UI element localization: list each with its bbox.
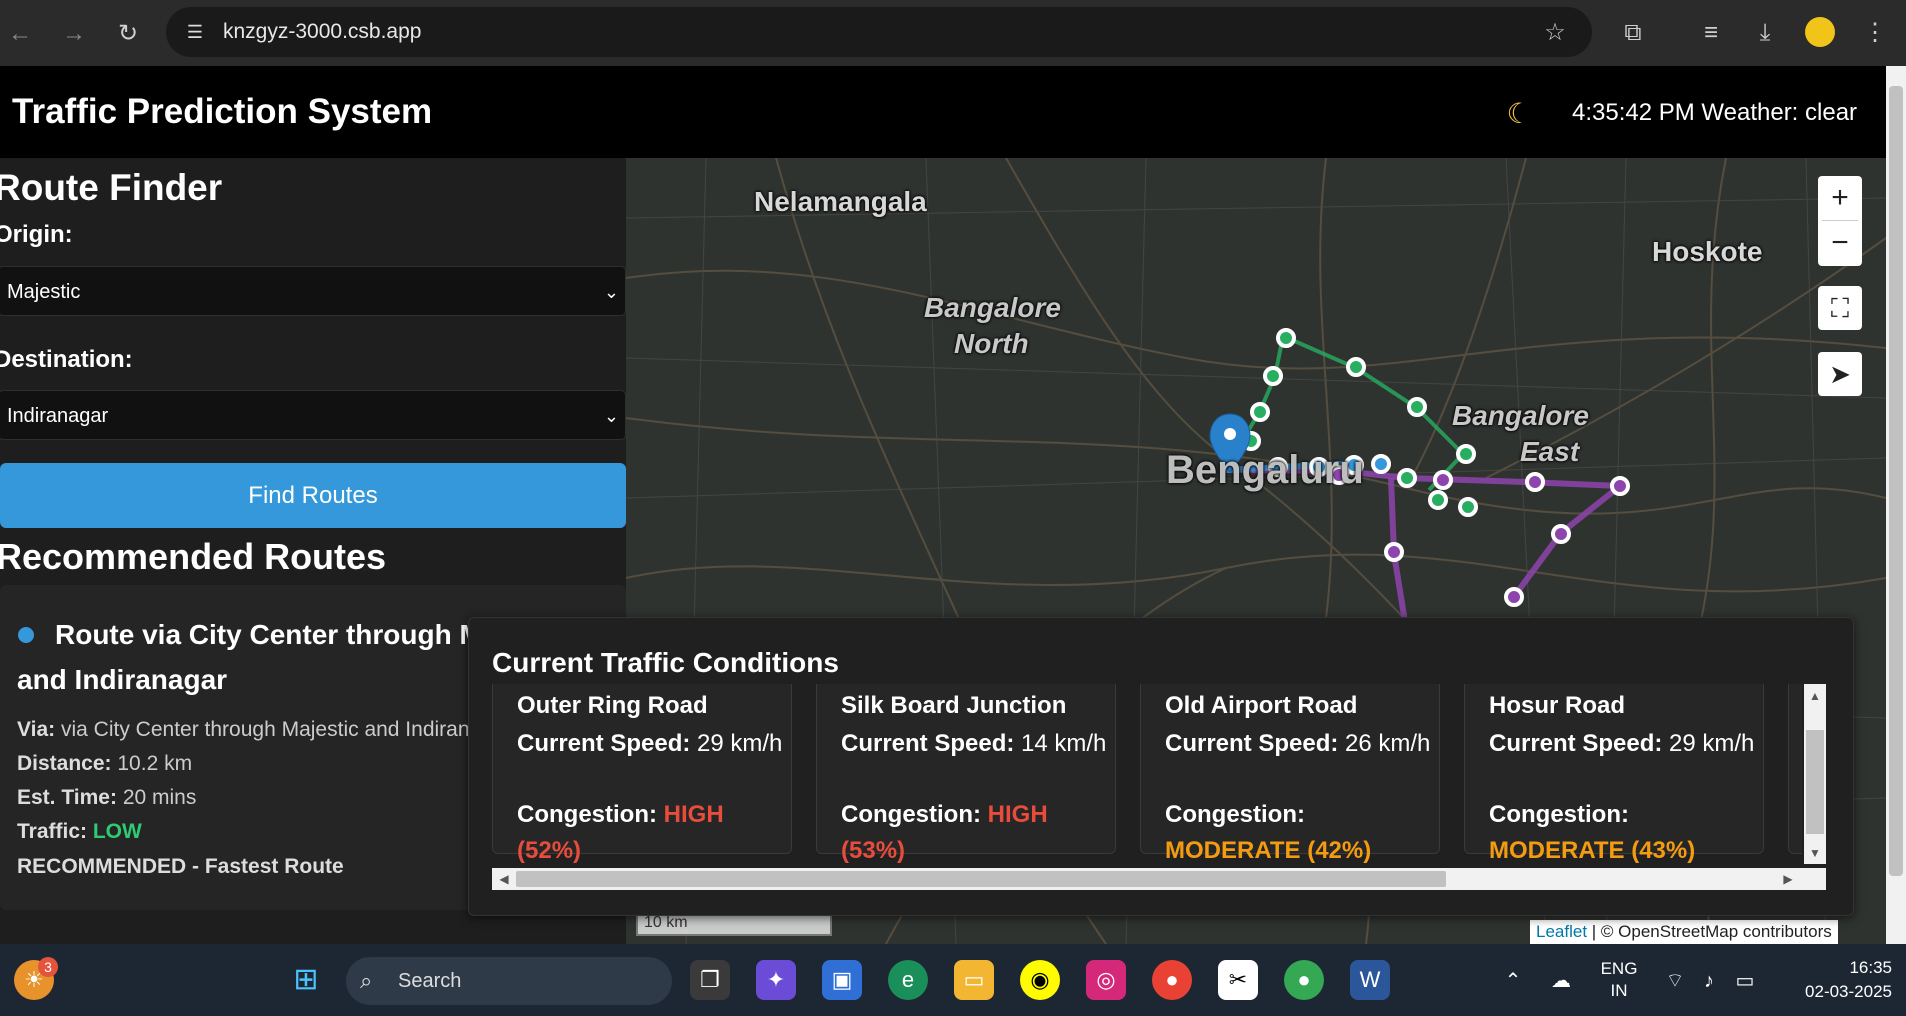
scroll-right-arrow-icon[interactable]: ▶ [1778,869,1798,889]
traffic-card: Outer Ring Road Current Speed: 29 km/h C… [492,684,792,864]
destination-label: Destination: [0,346,133,373]
forward-arrow-icon[interactable]: → [59,19,89,49]
road-speed: Current Speed: 14 km/h [841,730,1107,757]
back-arrow-icon[interactable]: ← [5,19,35,49]
road-congestion: Congestion: HIGH (52%) [517,801,724,864]
start-menu-icon[interactable]: ⊞ [286,960,326,1000]
reload-icon[interactable]: ↻ [113,19,143,49]
reading-list-icon[interactable]: ≡ [1694,17,1728,49]
zoom-out-button[interactable]: − [1818,221,1862,265]
origin-select[interactable]: Majestic ⌄ [0,266,626,316]
url-text[interactable]: knzgyz-3000.csb.app [223,18,421,46]
snapchat-icon[interactable]: ◉ [1020,960,1060,1000]
route-traffic: Traffic: LOW [17,820,142,843]
search-icon: ⌕ [360,968,373,993]
downloads-icon[interactable]: ⤓ [1748,17,1782,49]
traffic-conditions-title: Current Traffic Conditions [492,647,839,678]
volume-icon[interactable]: ♪ [1696,968,1722,994]
route-recommended-note: RECOMMENDED - Fastest Route [17,855,344,878]
route-time: Est. Time: 20 mins [17,786,197,809]
road-name: Silk Board Junction [841,692,1067,719]
chrome-profile-icon[interactable]: ● [1284,960,1324,1000]
task-view-icon[interactable]: ❐ [690,960,730,1000]
tray-overflow-chevron-icon[interactable]: ⌃ [1500,968,1526,994]
bookmark-star-icon[interactable]: ☆ [1538,17,1572,49]
route-finder-title: Route Finder [0,167,223,208]
microsoft-store-icon[interactable]: ▣ [822,960,862,1000]
taskbar-search-placeholder: Search [398,970,462,992]
capcut-icon[interactable]: ✂ [1218,960,1258,1000]
time-weather-readout: 4:35:42 PM Weather: clear [1572,99,1858,126]
page-title: Traffic Prediction System [12,92,433,131]
traffic-card: Old Airport Road Current Speed: 26 km/h … [1140,684,1440,864]
profile-avatar[interactable] [1805,17,1835,47]
traffic-card: Silk Board Junction Current Speed: 14 km… [816,684,1116,864]
road-name: Old Airport Road [1165,692,1358,719]
road-congestion: Congestion: MODERATE (42%) [1165,801,1372,864]
map-label-nelamangala: Nelamangala [754,186,927,217]
word-icon[interactable]: W [1350,960,1390,1000]
chrome-icon[interactable]: ● [1152,960,1192,1000]
route-via: Via: via City Center through Majestic an… [17,718,512,741]
language-indicator[interactable]: ENG IN [1598,958,1640,1002]
map-attribution: Leaflet | © OpenStreetMap contributors [1530,920,1838,944]
scroll-up-arrow-icon[interactable]: ▲ [1805,686,1825,706]
site-info-icon[interactable]: ☰ [181,18,209,46]
road-speed: Current Speed: 26 km/h [1165,730,1431,757]
battery-icon[interactable]: ▭ [1732,968,1758,994]
scroll-left-arrow-icon[interactable]: ◀ [494,869,514,889]
road-congestion: Congestion: HIGH (53%) [841,801,1048,864]
map-label-bangalore-north-1: Bangalore [924,292,1061,323]
road-speed: Current Speed: 29 km/h [517,730,783,757]
road-name: Outer Ring Road [517,692,708,719]
zoom-in-button[interactable]: + [1818,176,1862,220]
locate-me-icon[interactable]: ➤ [1818,352,1862,396]
taskbar-clock[interactable]: 16:35 02-03-2025 [1762,956,1892,1004]
map-label-bangalore-east-2: East [1520,436,1580,467]
taskbar-search-box[interactable] [346,957,672,1005]
road-name: Hosur Road [1489,692,1626,719]
browser-menu-icon[interactable]: ⋮ [1858,17,1892,49]
road-congestion: Congestion: MODERATE (43%) [1489,801,1696,864]
instagram-icon[interactable]: ◎ [1086,960,1126,1000]
notification-badge: 3 [38,957,58,977]
map-label-hoskote: Hoskote [1652,236,1763,267]
route-distance: Distance: 10.2 km [17,752,193,775]
destination-select[interactable]: Indiranagar ⌄ [0,390,626,440]
page-scroll-thumb[interactable] [1889,86,1903,876]
recommended-routes-title: Recommended Routes [0,536,387,577]
onedrive-cloud-icon[interactable]: ☁ [1548,968,1574,994]
fullscreen-icon[interactable]: ⛶ [1818,286,1862,330]
destination-selected-value: Indiranagar [7,405,109,427]
chevron-down-icon: ⌄ [603,406,619,426]
wifi-icon[interactable]: ⌔ [1662,968,1688,994]
chevron-down-icon: ⌄ [603,282,619,302]
origin-selected-value: Majestic [7,281,81,303]
file-explorer-icon[interactable]: ▭ [954,960,994,1000]
map-label-bangalore-east-1: Bangalore [1452,400,1589,431]
dark-mode-moon-icon[interactable]: ☾ [1502,97,1536,131]
traffic-card: Hosur Road Current Speed: 29 km/h Conges… [1464,684,1764,864]
origin-label: Origin: [0,221,73,248]
copilot-icon[interactable]: ✦ [756,960,796,1000]
traffic-card [1788,684,1802,854]
edge-browser-icon[interactable]: e [888,960,928,1000]
map-label-bengaluru: Bengaluru [1166,448,1364,492]
vertical-scroll-thumb[interactable] [1806,730,1824,834]
map-label-bangalore-north-2: North [954,328,1029,359]
osm-attribution-text: | © OpenStreetMap contributors [1591,922,1832,941]
find-routes-button[interactable]: Find Routes [0,463,626,528]
road-speed: Current Speed: 29 km/h [1489,730,1755,757]
traffic-cards-scroller[interactable]: Outer Ring Road Current Speed: 29 km/h C… [492,684,1802,868]
extensions-icon[interactable]: ⧉ [1616,17,1650,49]
horizontal-scroll-thumb[interactable] [516,871,1446,887]
scroll-down-arrow-icon[interactable]: ▼ [1805,843,1825,863]
leaflet-link[interactable]: Leaflet [1536,922,1587,941]
